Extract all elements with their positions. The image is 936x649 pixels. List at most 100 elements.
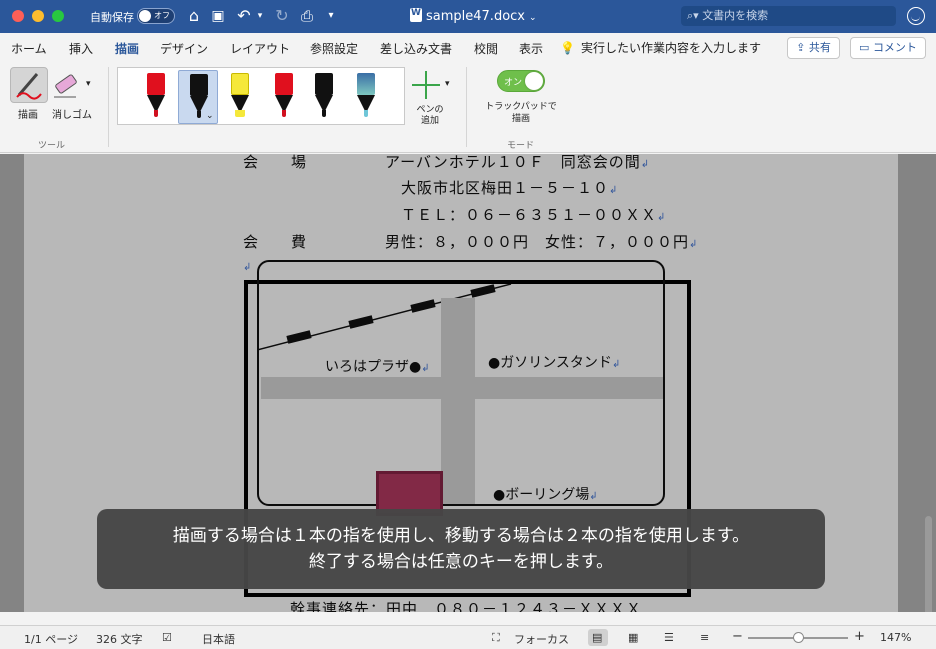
- comment-button[interactable]: ▭ コメント: [850, 37, 926, 59]
- comment-label: コメント: [872, 41, 917, 54]
- focus-mode-icon[interactable]: ⛶: [492, 631, 500, 645]
- pen-body: [147, 73, 165, 95]
- draw-tool-button[interactable]: [10, 67, 48, 103]
- focus-mode-label[interactable]: フォーカス: [514, 631, 569, 647]
- zoom-in-button[interactable]: +: [854, 629, 865, 644]
- title-chevron-icon: ⌄: [529, 13, 537, 23]
- trackpad-toggle-state: オン: [504, 78, 523, 88]
- lightbulb-icon: 💡: [560, 41, 575, 55]
- draw-pen-icon: [16, 73, 42, 100]
- pen-point: [197, 111, 201, 118]
- undo-icon[interactable]: ↶: [234, 6, 254, 26]
- tab-mailings[interactable]: 差し込み文書: [380, 40, 452, 57]
- pen-body: [357, 73, 375, 95]
- outline-view-button[interactable]: ☰: [660, 629, 680, 646]
- add-pen-dropdown-icon[interactable]: ▾: [445, 79, 450, 89]
- pen-body: [275, 73, 293, 95]
- pen-body: [190, 74, 208, 96]
- close-window-button[interactable]: [12, 10, 24, 22]
- draft-view-button[interactable]: ≡: [696, 629, 716, 646]
- page-count[interactable]: 1/1 ページ: [24, 631, 78, 647]
- trackpad-draw-toggle[interactable]: オン: [497, 70, 545, 92]
- eraser-dropdown-icon[interactable]: ▾: [86, 79, 91, 89]
- proofing-icon[interactable]: ☑: [162, 631, 172, 644]
- eraser-tool-button[interactable]: [50, 67, 88, 103]
- mode-group-label: モード: [507, 141, 535, 151]
- draft-icon: ≡: [700, 631, 710, 644]
- autosave-state: オフ: [154, 11, 170, 20]
- ribbon-separator: [108, 67, 109, 147]
- add-pen-label: ペンの追加: [416, 105, 444, 126]
- redo-icon: ↻: [275, 6, 289, 25]
- print-layout-icon: ▤: [592, 631, 603, 644]
- zoom-level[interactable]: 147%: [880, 631, 911, 644]
- feedback-smiley-icon[interactable]: [907, 7, 925, 25]
- word-count[interactable]: 326 文字: [96, 631, 143, 647]
- tell-me-search[interactable]: 💡 実行したい作業内容を入力します: [560, 39, 761, 56]
- add-pen-plus-icon[interactable]: [412, 71, 440, 99]
- tab-home[interactable]: ホーム: [11, 40, 47, 57]
- trackpad-draw-instruction: 描画する場合は１本の指を使用し、移動する場合は２本の指を使用します。 終了する場…: [97, 509, 825, 589]
- pen-body: [231, 73, 249, 95]
- tab-references[interactable]: 参照設定: [310, 40, 358, 57]
- home-icon[interactable]: ⌂: [184, 6, 204, 26]
- ribbon-separator: [466, 67, 467, 147]
- tools-group-label: ツール: [38, 141, 66, 151]
- eraser-tool-label: 消しゴム: [52, 110, 92, 121]
- save-icon[interactable]: ▣: [208, 6, 228, 26]
- ribbon-tabs: ホーム 挿入 描画 デザイン レイアウト 参照設定 差し込み文書 校閲 表示 💡…: [0, 33, 936, 63]
- share-icon: ⇪: [796, 41, 809, 54]
- tab-layout[interactable]: レイアウト: [230, 40, 290, 57]
- web-layout-icon: ▦: [628, 631, 639, 644]
- draw-tool-label: 描画: [18, 110, 38, 121]
- pen-gallery: ⌄: [117, 67, 405, 125]
- zoom-window-button[interactable]: [52, 10, 64, 22]
- share-label: 共有: [808, 41, 831, 54]
- toggle-knob: [525, 72, 543, 90]
- title-bar: 自動保存 オフ ⌂ ▣ ↶ ▾ ↻ ⎙ ▾ sample47.docx ⌄ ⌕▾ …: [0, 0, 936, 33]
- ribbon-draw: 描画 ▾ 消しゴム ツール ⌄ ▾ ペンの追加 オン トラックパッドで描画 モー…: [0, 61, 936, 153]
- vertical-scrollbar[interactable]: [925, 516, 932, 612]
- status-bar: 1/1 ページ 326 文字 ☑ 日本語 ⛶ フォーカス ▤ ▦ ☰ ≡ − +…: [0, 625, 936, 649]
- tab-design[interactable]: デザイン: [160, 40, 208, 57]
- autosave-label: 自動保存: [90, 11, 134, 24]
- language-indicator[interactable]: 日本語: [202, 631, 235, 647]
- tab-draw[interactable]: 描画: [115, 40, 140, 63]
- black-pen[interactable]: ⌄: [178, 70, 218, 124]
- toggle-knob: [139, 10, 151, 22]
- word-document-icon: [410, 8, 422, 22]
- instruction-line-1: 描画する場合は１本の指を使用し、移動する場合は２本の指を使用します。: [172, 526, 750, 546]
- print-layout-view-button[interactable]: ▤: [588, 629, 608, 646]
- undo-dropdown-icon[interactable]: ▾: [254, 6, 266, 26]
- pen-point: [282, 110, 286, 117]
- tab-review[interactable]: 校閲: [474, 40, 498, 57]
- share-button[interactable]: ⇪ 共有: [787, 37, 840, 59]
- outline-icon: ☰: [664, 631, 674, 644]
- pen-point: [154, 110, 158, 117]
- red-pencil[interactable]: [264, 70, 304, 124]
- document-title-text: sample47.docx: [426, 9, 525, 24]
- yellow-highlighter[interactable]: [220, 70, 260, 124]
- autosave-toggle[interactable]: オフ: [137, 8, 175, 24]
- tell-me-text: 実行したい作業内容を入力します: [580, 41, 761, 55]
- tab-insert[interactable]: 挿入: [69, 40, 93, 57]
- pen-point: [235, 110, 245, 117]
- print-icon[interactable]: ⎙: [296, 6, 318, 26]
- zoom-slider-knob[interactable]: [792, 632, 804, 643]
- search-placeholder: 文書内を検索: [702, 9, 769, 22]
- pen-point: [364, 110, 368, 117]
- pen-options-chevron-icon[interactable]: ⌄: [206, 111, 214, 121]
- search-input[interactable]: ⌕▾ 文書内を検索: [681, 6, 896, 26]
- pen-point: [322, 110, 326, 117]
- galaxy-pen[interactable]: [346, 70, 386, 124]
- zoom-out-button[interactable]: −: [732, 629, 743, 644]
- instruction-line-2: 終了する場合は任意のキーを押します。: [308, 552, 614, 572]
- tab-view[interactable]: 表示: [519, 40, 543, 57]
- eraser-icon: [54, 74, 77, 98]
- black-pencil[interactable]: [304, 70, 344, 124]
- minimize-window-button[interactable]: [32, 10, 44, 22]
- red-pen[interactable]: [136, 70, 176, 124]
- document-title[interactable]: sample47.docx ⌄: [410, 8, 537, 24]
- web-layout-view-button[interactable]: ▦: [624, 629, 644, 646]
- customize-toolbar-icon[interactable]: ▾: [322, 6, 340, 26]
